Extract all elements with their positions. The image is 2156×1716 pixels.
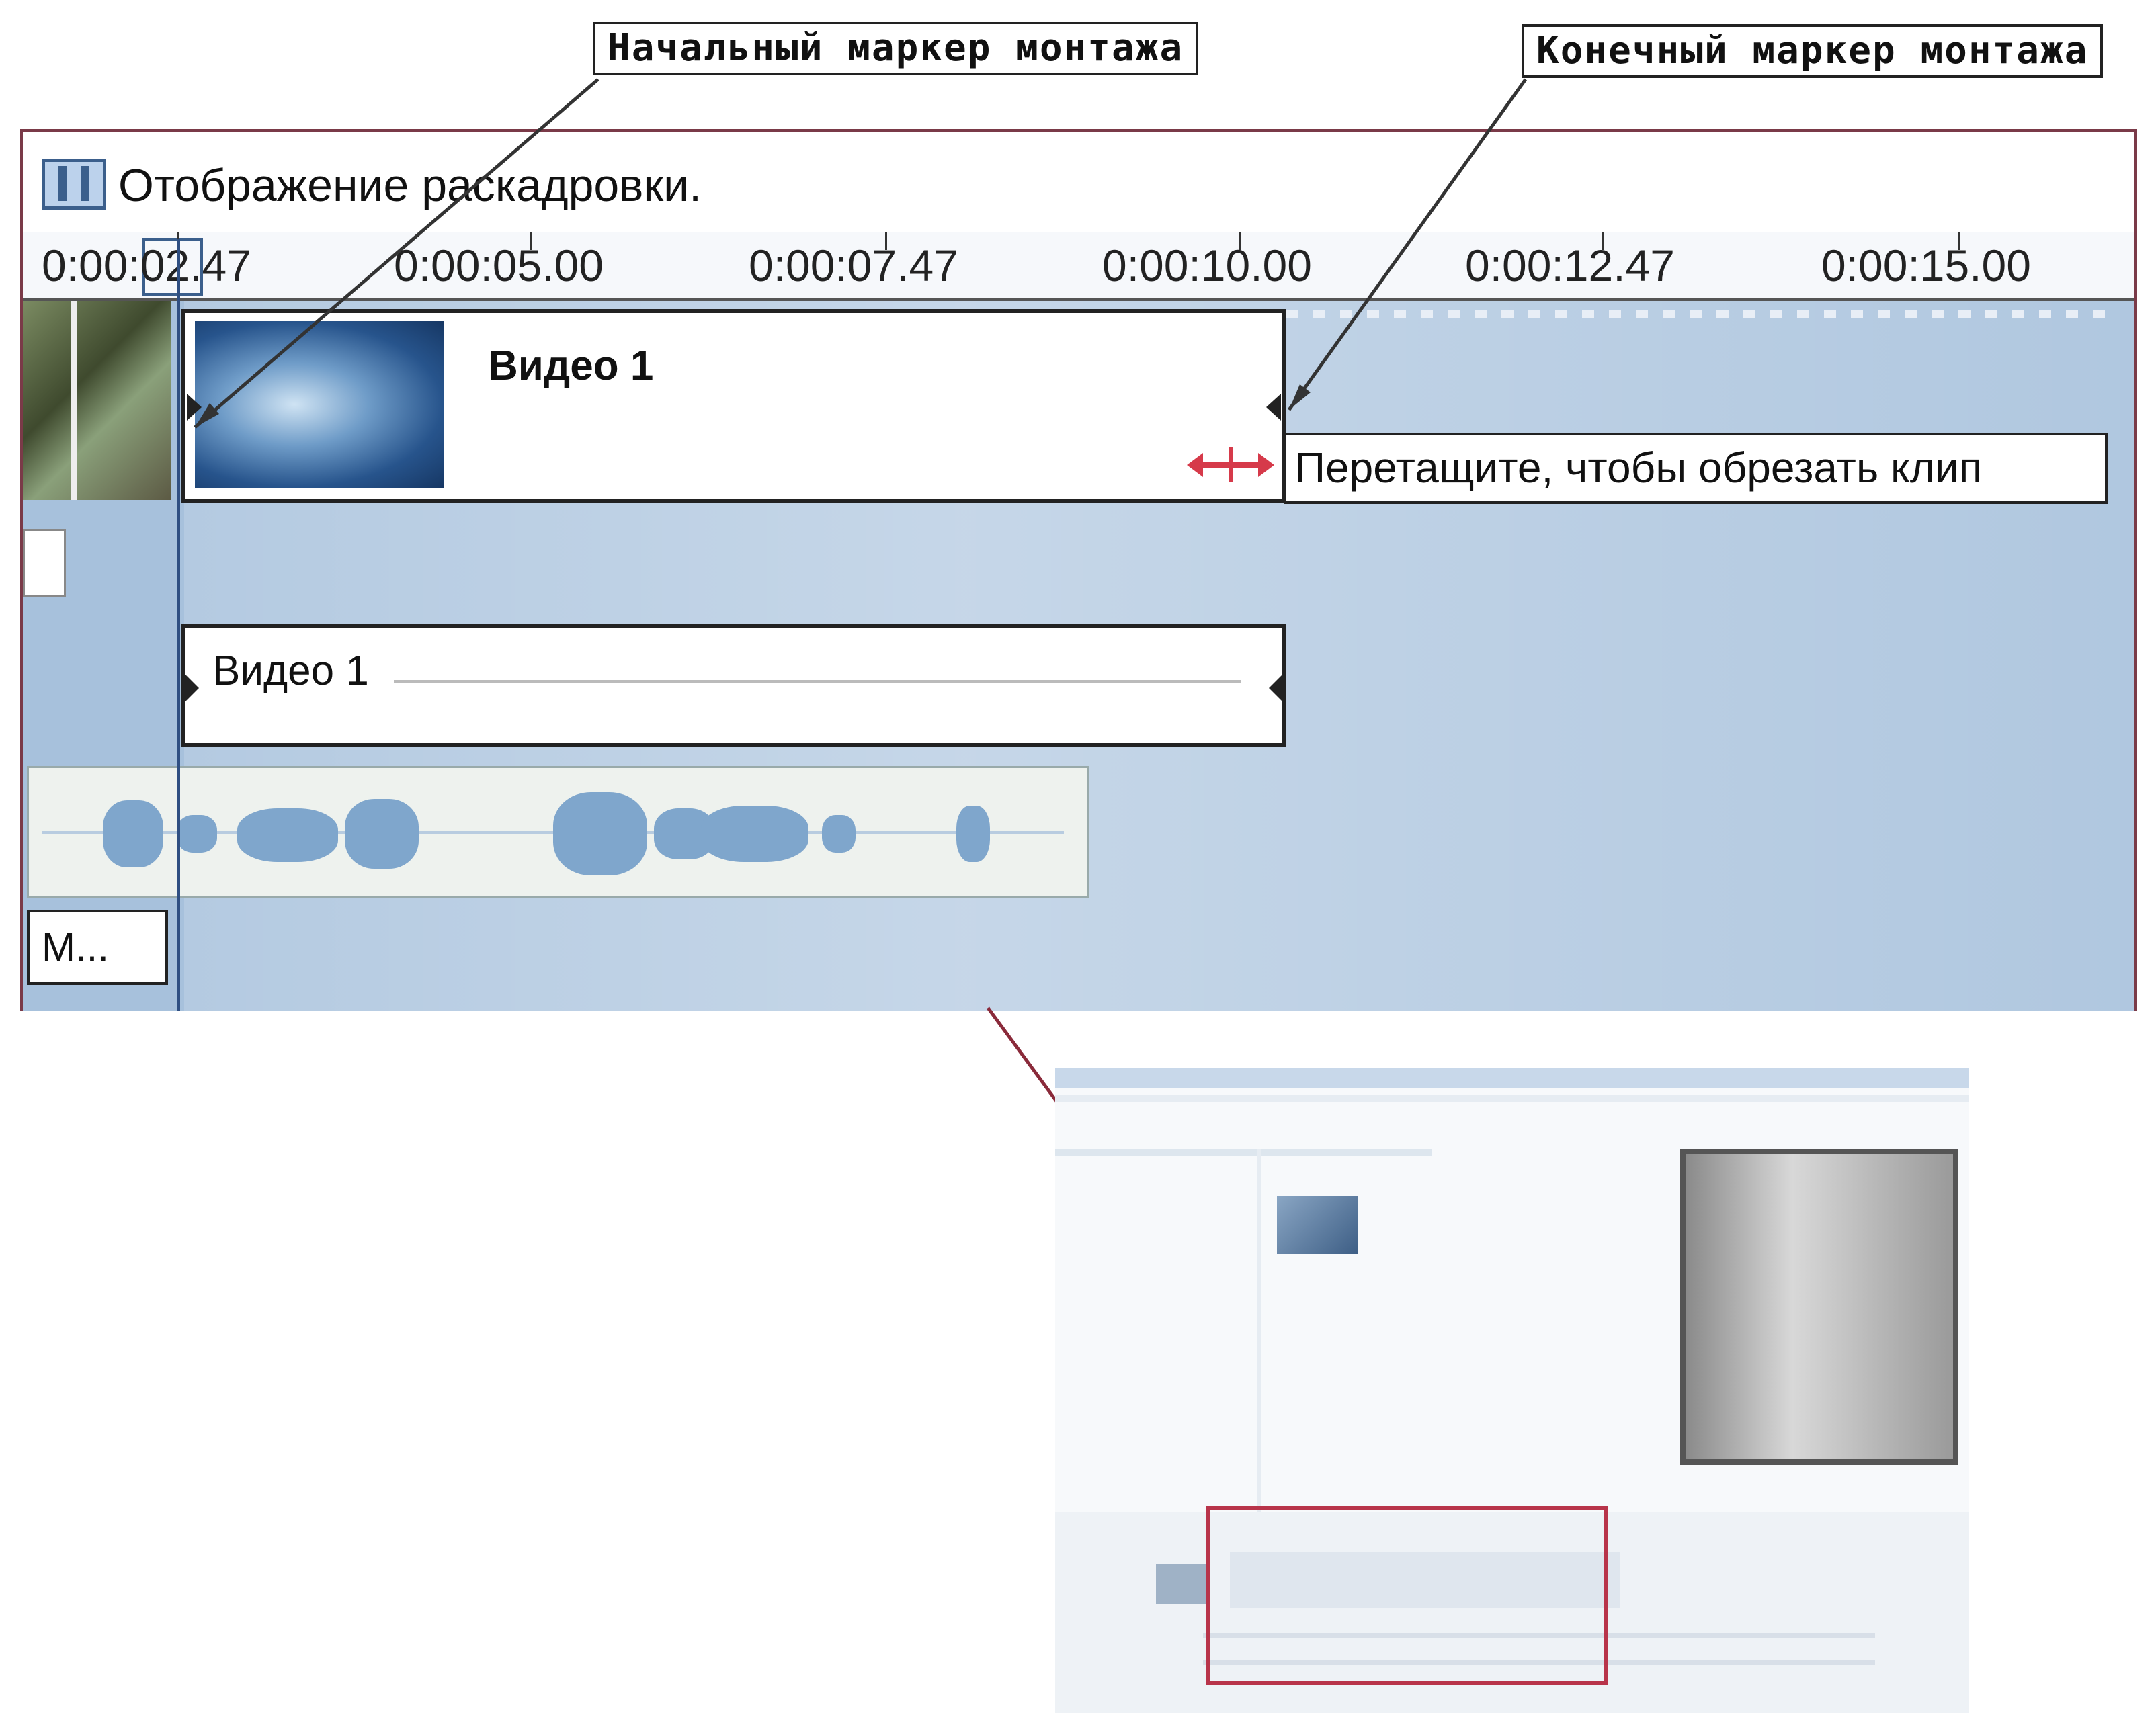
overview-preview	[1680, 1149, 1958, 1465]
timeline-highlight-frame	[1206, 1506, 1608, 1685]
overview-thumbnail	[1277, 1196, 1358, 1254]
full-window-overview	[1055, 1068, 1969, 1713]
